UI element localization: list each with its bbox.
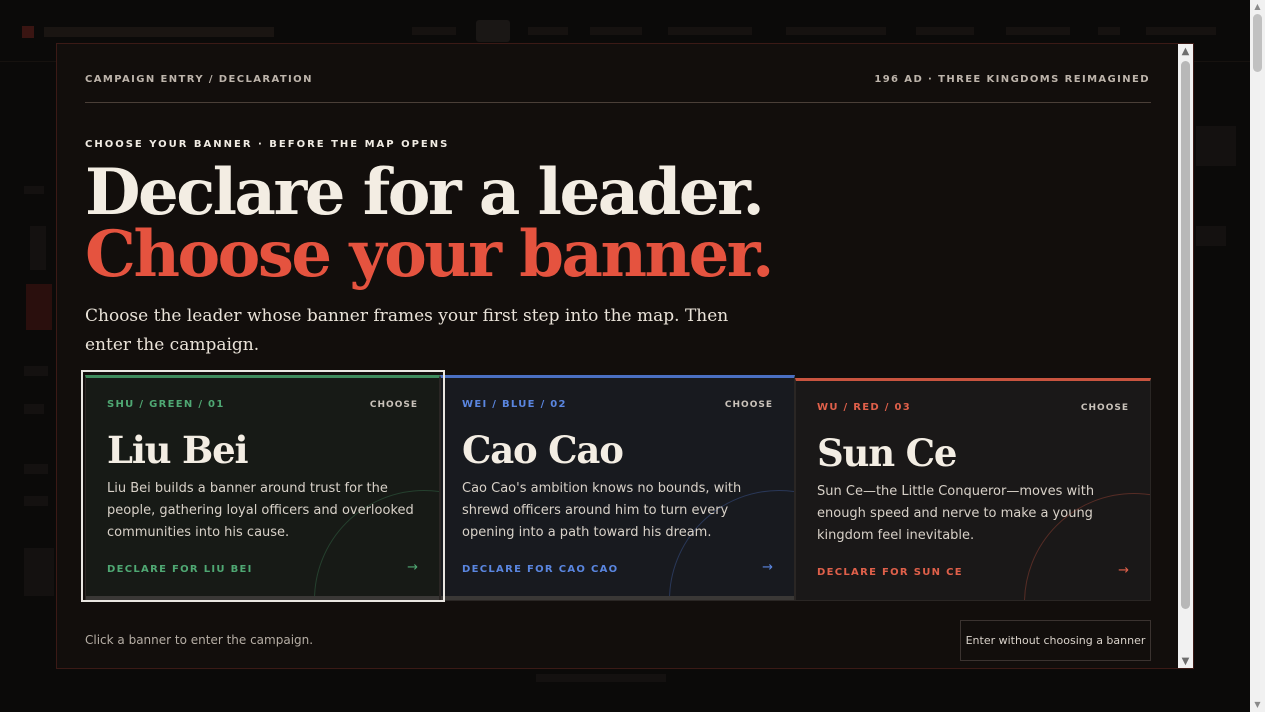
hero-kicker: CHOOSE YOUR BANNER · BEFORE THE MAP OPEN… — [85, 139, 450, 150]
headline-line-1: Declare for a leader. — [85, 155, 765, 230]
hero-headline: Declare for a leader. Choose your banner… — [85, 155, 774, 292]
card-choose-label: CHOOSE — [724, 400, 773, 410]
hero-lede: Choose the leader whose banner frames yo… — [85, 306, 729, 355]
modal-eyebrow-right: 196 AD · THREE KINGDOMS REIMAGINED — [874, 74, 1150, 85]
background-nav-item — [412, 27, 456, 35]
header-divider — [85, 102, 1151, 103]
headline-line-2: Choose your banner. — [85, 217, 774, 292]
banner-card-liu-bei[interactable]: SHU / GREEN / 01 CHOOSE Liu Bei Liu Bei … — [85, 375, 440, 601]
campaign-entry-modal: CAMPAIGN ENTRY / DECLARATION 196 AD · TH… — [56, 43, 1194, 669]
scroll-down-icon[interactable]: ▼ — [1253, 700, 1262, 709]
banner-card-cao-cao[interactable]: WEI / BLUE / 02 CHOOSE Cao Cao Cao Cao's… — [440, 375, 795, 601]
card-faction-tag: WEI / BLUE / 02 — [462, 399, 567, 410]
banner-card-sun-ce[interactable]: WU / RED / 03 CHOOSE Sun Ce Sun Ce—the L… — [795, 378, 1151, 601]
card-leader-name: Liu Bei — [107, 428, 249, 472]
background-block — [30, 226, 46, 270]
enter-without-banner-button[interactable]: Enter without choosing a banner — [960, 620, 1151, 661]
declare-sun-ce-link[interactable]: DECLARE FOR SUN CE — [817, 567, 963, 578]
background-nav-item — [528, 27, 568, 35]
background-nav-item — [916, 27, 974, 35]
card-description: Sun Ce—the Little Conqueror—moves with e… — [817, 484, 1095, 543]
background-block — [24, 496, 48, 506]
scroll-up-icon[interactable]: ▲ — [1179, 46, 1192, 58]
modal-scrollbar[interactable]: ▲ ▼ — [1178, 44, 1193, 668]
card-faction-tag: SHU / GREEN / 01 — [107, 399, 225, 410]
background-logo-text — [44, 27, 274, 37]
card-description: Liu Bei builds a banner around trust for… — [107, 481, 414, 540]
background-block — [1196, 126, 1236, 166]
declare-liu-bei-link[interactable]: DECLARE FOR LIU BEI — [107, 564, 253, 575]
background-block — [1196, 226, 1226, 246]
background-nav-item — [1146, 27, 1216, 35]
card-faction-tag: WU / RED / 03 — [817, 402, 912, 413]
background-nav-item — [1006, 27, 1070, 35]
arrow-right-icon: → — [762, 560, 773, 575]
background-logo-mark — [22, 26, 34, 38]
card-choose-label: CHOOSE — [1080, 403, 1129, 413]
background-accent — [26, 284, 52, 330]
background-block — [24, 186, 44, 194]
background-block — [24, 548, 54, 596]
background-block — [24, 404, 44, 414]
arrow-right-icon: → — [407, 560, 418, 575]
card-underbar — [86, 596, 439, 600]
card-underbar — [441, 596, 794, 600]
modal-eyebrow-left: CAMPAIGN ENTRY / DECLARATION — [85, 74, 313, 85]
background-block — [24, 366, 48, 376]
scroll-up-icon[interactable]: ▲ — [1253, 2, 1262, 11]
card-description: Cao Cao's ambition knows no bounds, with… — [462, 481, 742, 540]
card-leader-name: Cao Cao — [462, 428, 624, 472]
page-scrollbar-thumb[interactable] — [1253, 14, 1262, 72]
card-leader-name: Sun Ce — [817, 431, 957, 475]
background-block — [536, 674, 666, 682]
modal-scrollbar-thumb[interactable] — [1181, 61, 1190, 609]
background-nav-item — [1098, 27, 1120, 35]
arrow-right-icon: → — [1118, 563, 1129, 578]
background-nav-chip — [476, 20, 510, 42]
background-nav-item — [668, 27, 752, 35]
footer-hint: Click a banner to enter the campaign. — [85, 633, 314, 647]
card-choose-label: CHOOSE — [369, 400, 418, 410]
declare-cao-cao-link[interactable]: DECLARE FOR CAO CAO — [462, 564, 618, 575]
page-scrollbar[interactable]: ▲ ▼ — [1250, 0, 1265, 712]
background-nav-item — [786, 27, 886, 35]
background-block — [24, 464, 48, 474]
scroll-down-icon[interactable]: ▼ — [1179, 656, 1192, 668]
background-nav-item — [590, 27, 642, 35]
background-logo — [22, 24, 282, 40]
